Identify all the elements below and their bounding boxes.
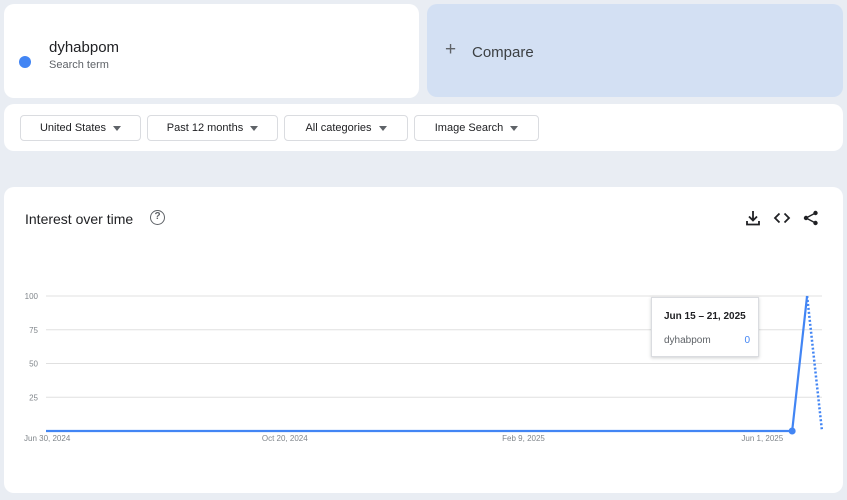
property-filter-label: Image Search <box>434 122 504 134</box>
category-filter[interactable]: All categories <box>284 115 408 141</box>
x-tick-label: Jun 1, 2025 <box>741 434 783 443</box>
chevron-down-icon <box>113 125 122 131</box>
time-range-filter-label: Past 12 months <box>166 122 244 134</box>
category-filter-label: All categories <box>305 122 372 134</box>
compare-label: Compare <box>472 44 534 61</box>
region-filter-label: United States <box>39 122 107 134</box>
chevron-down-icon <box>378 125 387 131</box>
x-tick-label: Jun 30, 2024 <box>24 434 71 443</box>
tooltip-term: dyhabpom <box>664 335 711 346</box>
search-term-name[interactable]: dyhabpom <box>49 39 119 56</box>
chart-tooltip: Jun 15 – 21, 2025 dyhabpom 0 <box>651 297 759 357</box>
highlight-point <box>788 427 796 435</box>
term-color-dot <box>19 56 31 68</box>
x-tick-label: Feb 9, 2025 <box>502 434 545 443</box>
search-term-label: Search term <box>49 59 109 71</box>
y-tick-label: 100 <box>25 292 39 301</box>
filters-bar: United States Past 12 months All categor… <box>4 104 843 151</box>
tooltip-date: Jun 15 – 21, 2025 <box>664 311 746 322</box>
plus-icon: + <box>445 39 457 60</box>
search-term-card[interactable]: dyhabpom Search term <box>4 4 419 98</box>
interest-over-time-card: Interest over time ? 25 50 75 100 Jun 30, 20… <box>4 187 843 493</box>
y-tick-label: 25 <box>29 393 38 402</box>
x-tick-label: Oct 20, 2024 <box>262 434 308 443</box>
y-tick-label: 75 <box>29 326 38 335</box>
chevron-down-icon <box>250 125 259 131</box>
time-range-filter[interactable]: Past 12 months <box>147 115 278 141</box>
tooltip-value: 0 <box>744 335 750 346</box>
chevron-down-icon <box>510 125 519 131</box>
region-filter[interactable]: United States <box>20 115 141 141</box>
y-tick-label: 50 <box>29 360 38 369</box>
property-filter[interactable]: Image Search <box>414 115 539 141</box>
compare-button[interactable]: + Compare <box>427 4 843 97</box>
